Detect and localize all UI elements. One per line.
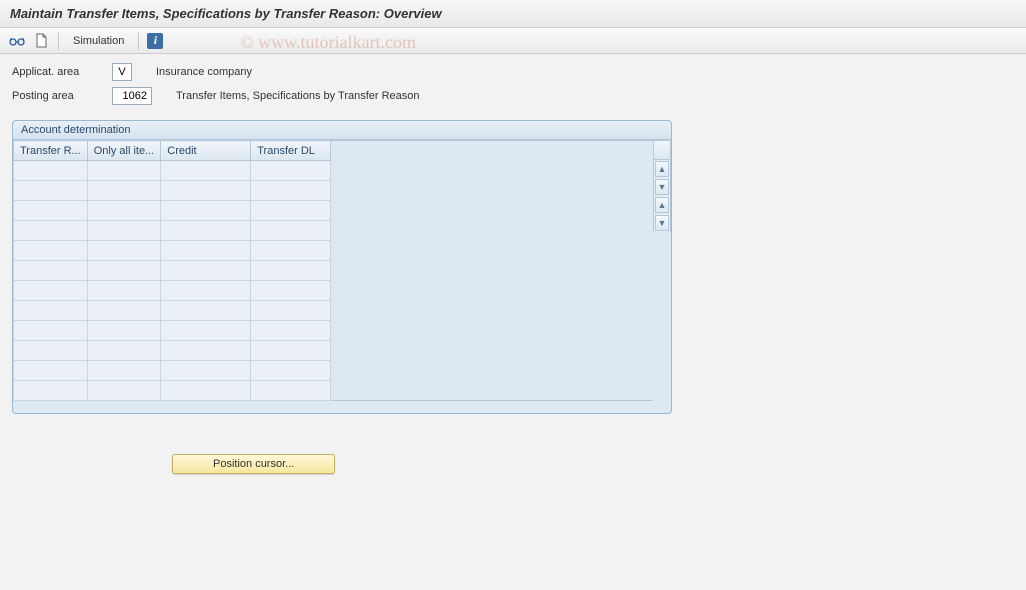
col-only-all[interactable]: Only all ite... (87, 141, 161, 161)
table-row[interactable] (14, 261, 331, 281)
applic-area-row: Applicat. area Insurance company (12, 62, 1014, 82)
table-cell[interactable] (161, 341, 251, 361)
table-row[interactable] (14, 281, 331, 301)
applic-area-desc: Insurance company (156, 66, 252, 78)
table-cell[interactable] (87, 241, 161, 261)
table-cell[interactable] (87, 221, 161, 241)
posting-area-input[interactable] (112, 87, 152, 105)
col-transfer-dl[interactable]: Transfer DL (251, 141, 331, 161)
table-cell[interactable] (251, 241, 331, 261)
table-row[interactable] (14, 341, 331, 361)
scroll-down-icon[interactable]: ▼ (655, 179, 669, 195)
table-row[interactable] (14, 181, 331, 201)
table-spacer (331, 140, 653, 401)
table-cell[interactable] (161, 281, 251, 301)
table-cell[interactable] (87, 201, 161, 221)
table-cell[interactable] (161, 301, 251, 321)
content-area: Applicat. area Insurance company Posting… (0, 54, 1026, 482)
info-icon[interactable]: i (147, 33, 163, 49)
toolbar-separator (58, 32, 59, 50)
col-transfer-r[interactable]: Transfer R... (14, 141, 88, 161)
table-cell[interactable] (87, 261, 161, 281)
vertical-scrollbar: ▲ ▼ ▲ ▼ (653, 160, 671, 232)
applic-area-label: Applicat. area (12, 66, 112, 78)
table-cell[interactable] (251, 261, 331, 281)
table-cell[interactable] (87, 301, 161, 321)
posting-area-row: Posting area Transfer Items, Specificati… (12, 86, 1014, 106)
table-cell[interactable] (161, 241, 251, 261)
table-cell[interactable] (251, 181, 331, 201)
table-cell[interactable] (251, 321, 331, 341)
table-cell[interactable] (251, 221, 331, 241)
posting-area-desc: Transfer Items, Specifications by Transf… (176, 90, 420, 102)
table-row[interactable] (14, 201, 331, 221)
table-cell[interactable] (87, 381, 161, 401)
table-cell[interactable] (14, 201, 88, 221)
table-cell[interactable] (161, 161, 251, 181)
table-cell[interactable] (87, 321, 161, 341)
scroll-up-icon[interactable]: ▲ (655, 161, 669, 177)
account-determination-panel: Account determination Transfer R... Only… (12, 120, 672, 414)
table-row[interactable] (14, 301, 331, 321)
account-table: Transfer R... Only all ite... Credit Tra… (13, 140, 331, 401)
button-row: Position cursor... (12, 454, 1014, 474)
scroll-up-bottom-icon[interactable]: ▲ (655, 197, 669, 213)
simulation-button[interactable]: Simulation (67, 33, 130, 49)
table-cell[interactable] (161, 261, 251, 281)
table-cell[interactable] (161, 221, 251, 241)
table-cell[interactable] (14, 301, 88, 321)
table-row[interactable] (14, 241, 331, 261)
table-cell[interactable] (14, 321, 88, 341)
table-right-col: ▲ ▼ ▲ ▼ (653, 140, 671, 401)
table-cell[interactable] (161, 201, 251, 221)
table-cell[interactable] (87, 281, 161, 301)
table-row[interactable] (14, 361, 331, 381)
new-page-icon[interactable] (32, 32, 50, 50)
table-cell[interactable] (251, 381, 331, 401)
table-cell[interactable] (161, 321, 251, 341)
table-cell[interactable] (14, 161, 88, 181)
scroll-down-bottom-icon[interactable]: ▼ (655, 215, 669, 231)
table-cell[interactable] (14, 181, 88, 201)
panel-title: Account determination (13, 121, 671, 140)
position-cursor-button[interactable]: Position cursor... (172, 454, 335, 474)
toolbar: Simulation i (0, 28, 1026, 54)
table-cell[interactable] (14, 341, 88, 361)
table-cell[interactable] (87, 361, 161, 381)
col-credit[interactable]: Credit (161, 141, 251, 161)
table-cell[interactable] (87, 341, 161, 361)
table-row[interactable] (14, 321, 331, 341)
table-cell[interactable] (161, 381, 251, 401)
posting-area-label: Posting area (12, 90, 112, 102)
table-cell[interactable] (251, 161, 331, 181)
table-row[interactable] (14, 161, 331, 181)
table-row[interactable] (14, 221, 331, 241)
table-cell[interactable] (251, 201, 331, 221)
table-cell[interactable] (161, 181, 251, 201)
table-cell[interactable] (87, 181, 161, 201)
table-cell[interactable] (14, 381, 88, 401)
table-cell[interactable] (251, 341, 331, 361)
table-cell[interactable] (14, 241, 88, 261)
table-header-row: Transfer R... Only all ite... Credit Tra… (14, 141, 331, 161)
table-cell[interactable] (14, 281, 88, 301)
table-cell[interactable] (251, 301, 331, 321)
table-cell[interactable] (14, 221, 88, 241)
table-cell[interactable] (251, 281, 331, 301)
page-title: Maintain Transfer Items, Specifications … (0, 0, 1026, 28)
table-row[interactable] (14, 381, 331, 401)
table-cell[interactable] (87, 161, 161, 181)
table-cell[interactable] (251, 361, 331, 381)
toolbar-separator (138, 32, 139, 50)
table-cell[interactable] (14, 361, 88, 381)
table-cell[interactable] (161, 361, 251, 381)
glasses-icon[interactable] (8, 32, 26, 50)
table-cell[interactable] (14, 261, 88, 281)
table-container: Transfer R... Only all ite... Credit Tra… (13, 140, 671, 401)
applic-area-input[interactable] (112, 63, 132, 81)
select-all-corner[interactable] (653, 140, 671, 160)
